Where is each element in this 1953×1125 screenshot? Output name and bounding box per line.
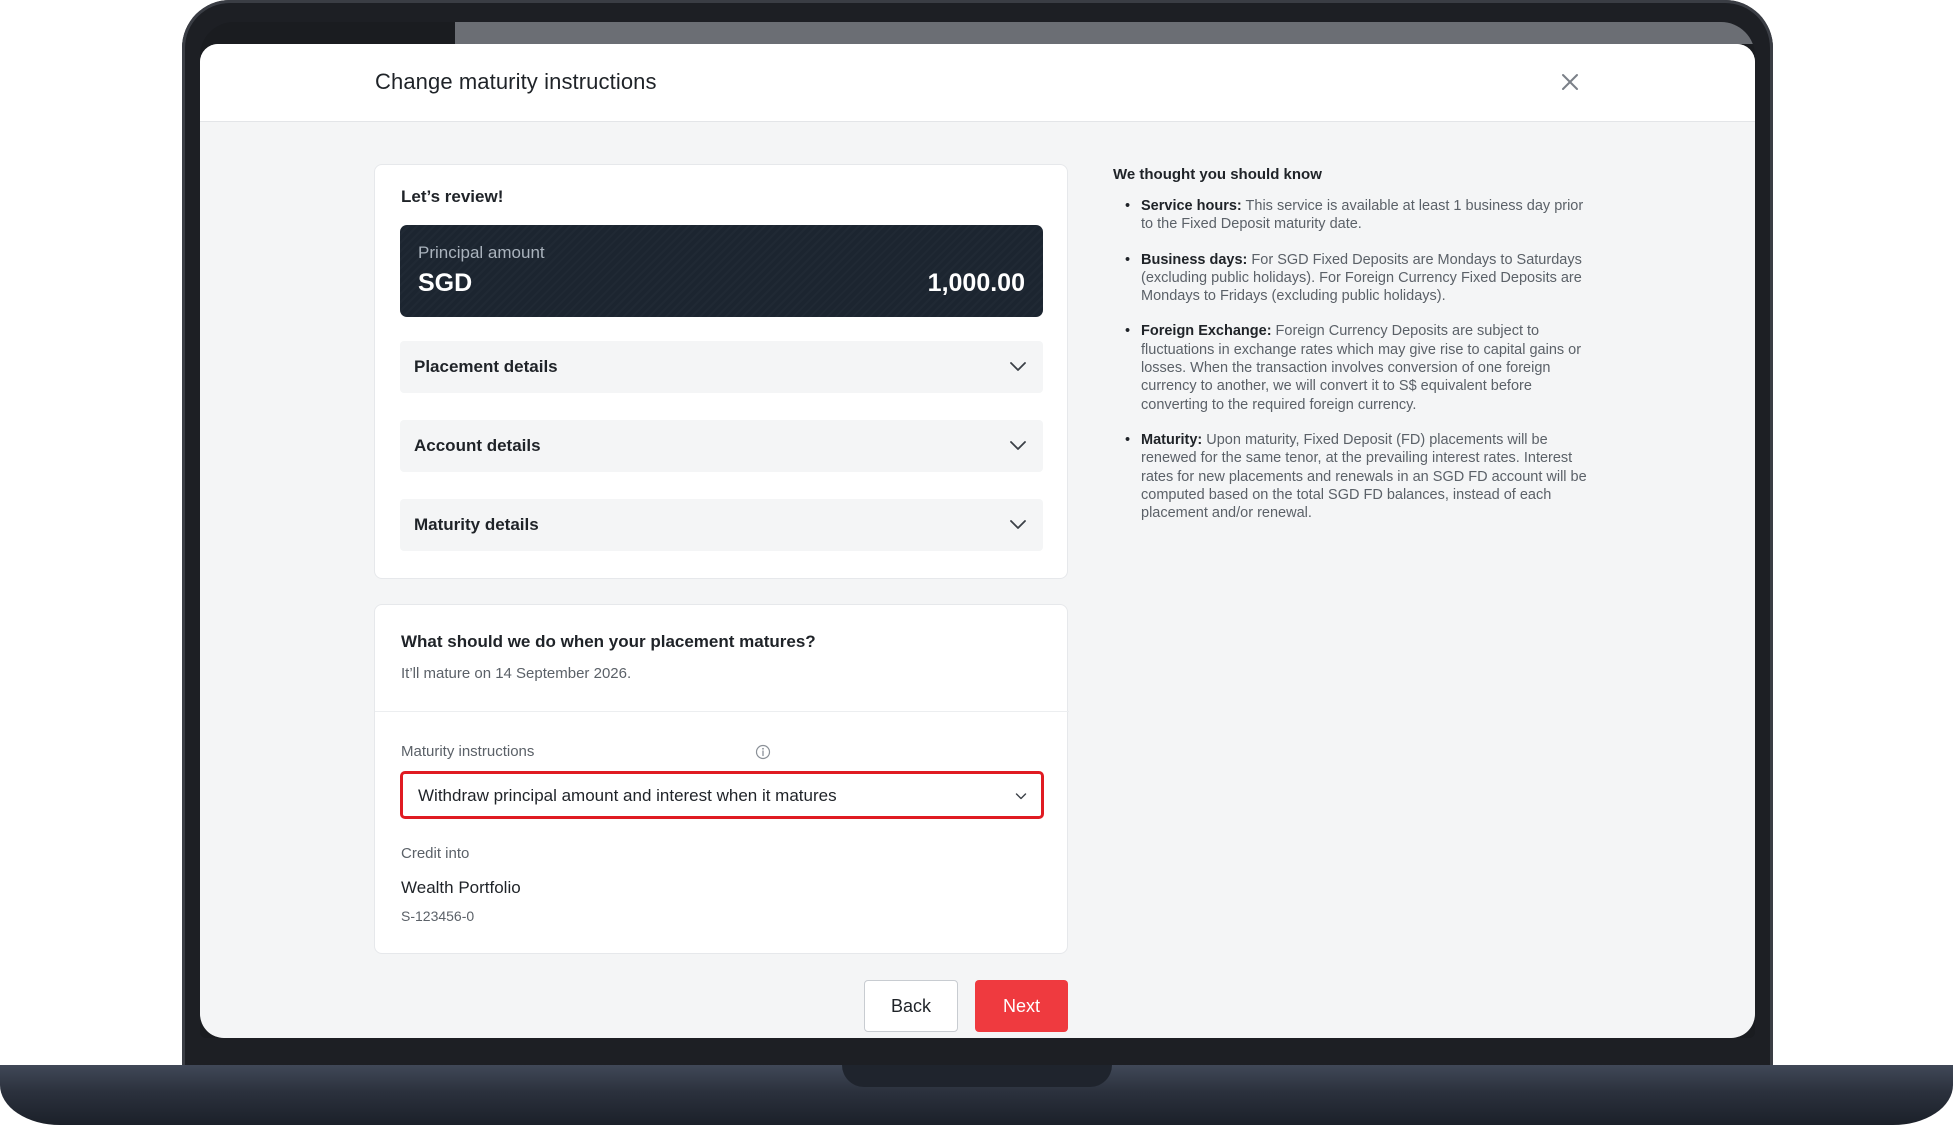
info-panel: We thought you should know Service hours… (1113, 166, 1593, 539)
chevron-down-icon (1010, 441, 1026, 450)
principal-currency: SGD (418, 269, 473, 297)
info-item-maturity: Maturity: Upon maturity, Fixed Deposit (… (1113, 431, 1593, 522)
laptop-base (0, 1065, 1953, 1125)
info-term: Foreign Exchange: (1141, 323, 1272, 340)
info-term: Business days: (1141, 251, 1248, 268)
accordion-label: Account details (414, 436, 541, 455)
modal-header: Change maturity instructions (200, 44, 1755, 122)
info-item-business-days: Business days: For SGD Fixed Deposits ar… (1113, 251, 1593, 306)
chevron-down-icon (1015, 793, 1027, 800)
selected-instruction: Withdraw principal amount and interest w… (418, 786, 837, 805)
principal-amount: 1,000.00 (927, 269, 1025, 297)
accordion-maturity-details[interactable]: Maturity details (400, 499, 1043, 551)
accordion-placement-details[interactable]: Placement details (400, 341, 1043, 393)
info-item-service-hours: Service hours: This service is available… (1113, 197, 1593, 234)
background-page-strip (455, 22, 1755, 44)
credit-into-label: Credit into (401, 845, 470, 862)
accordion-label: Placement details (414, 357, 558, 376)
maturity-instructions-label: Maturity instructions (401, 743, 535, 760)
accordion-label: Maturity details (414, 515, 539, 534)
close-icon (1562, 74, 1578, 90)
back-button[interactable]: Back (864, 980, 958, 1032)
principal-amount-panel: Principal amount SGD 1,000.00 (400, 225, 1043, 317)
info-title: We thought you should know (1113, 166, 1322, 183)
info-term: Service hours: (1141, 198, 1242, 214)
credit-account-number: S-123456-0 (401, 908, 475, 924)
next-button[interactable]: Next (975, 980, 1068, 1032)
divider (375, 711, 1069, 712)
principal-label: Principal amount (418, 243, 545, 262)
laptop-base-notch (842, 1065, 1112, 1087)
info-list: Service hours: This service is available… (1113, 197, 1593, 522)
review-card: Let’s review! Principal amount SGD 1,000… (374, 164, 1068, 579)
chevron-down-icon (1010, 520, 1026, 529)
info-text: Upon maturity, Fixed Deposit (FD) placem… (1141, 431, 1587, 522)
maturity-modal: Change maturity instructions Let’s revie… (200, 44, 1755, 1038)
info-item-foreign-exchange: Foreign Exchange: Foreign Currency Depos… (1113, 322, 1593, 413)
credit-account-name: Wealth Portfolio (401, 878, 521, 897)
maturity-question: What should we do when your placement ma… (401, 632, 816, 651)
maturity-card: What should we do when your placement ma… (374, 604, 1069, 954)
info-term: Maturity: (1141, 431, 1203, 448)
review-title: Let’s review! (401, 187, 504, 206)
maturity-date-text: It’ll mature on 14 September 2026. (401, 665, 632, 682)
info-icon[interactable] (755, 744, 771, 760)
close-button[interactable] (1550, 62, 1590, 102)
maturity-instructions-select[interactable]: Withdraw principal amount and interest w… (400, 771, 1044, 819)
modal-title: Change maturity instructions (375, 69, 657, 94)
accordion-account-details[interactable]: Account details (400, 420, 1043, 472)
chevron-down-icon (1010, 362, 1026, 371)
